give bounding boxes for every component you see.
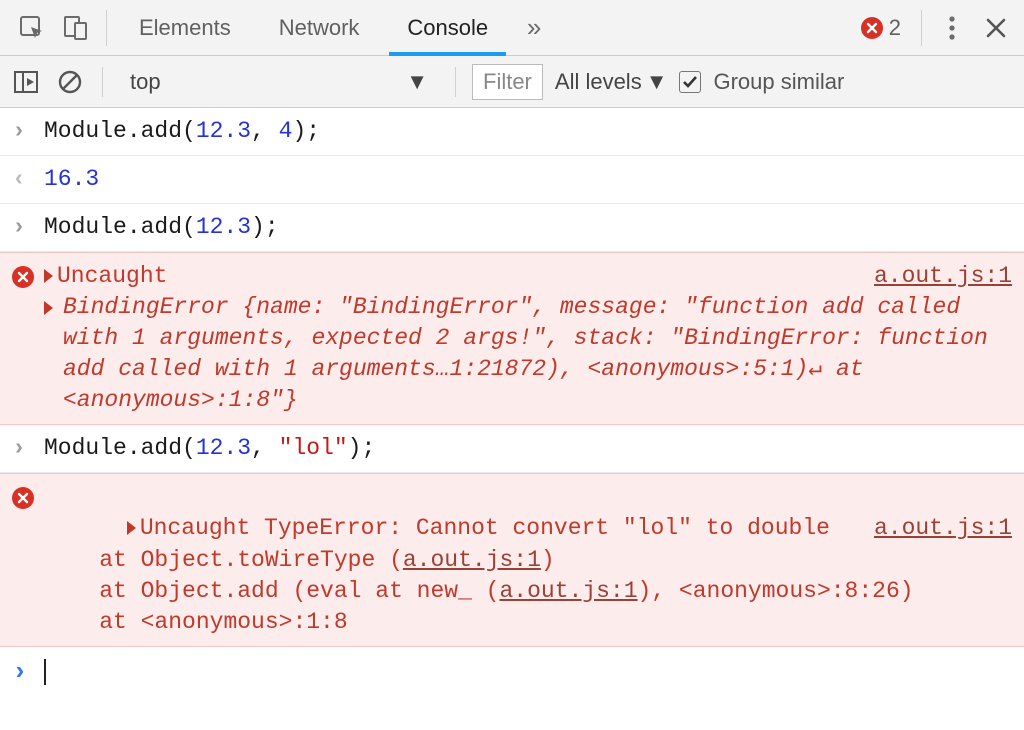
source-link[interactable]: a.out.js:1 xyxy=(499,578,637,604)
tab-network[interactable]: Network xyxy=(255,0,384,55)
console-toolbar: top ▼ Filter All levels ▼ Group similar xyxy=(0,56,1024,108)
chevron-down-icon: ▼ xyxy=(646,69,668,95)
separator xyxy=(102,67,103,97)
console-error-row[interactable]: a.out.js:1Uncaught TypeError: Cannot con… xyxy=(0,473,1024,646)
input-prompt-icon: › xyxy=(12,212,44,243)
context-label: top xyxy=(130,69,161,95)
console-input-row[interactable]: › Module.add(12.3, "lol"); xyxy=(0,425,1024,473)
chevron-down-icon: ▼ xyxy=(406,69,428,95)
console-error-row[interactable]: a.out.js:1 Uncaught BindingError {name: … xyxy=(0,252,1024,425)
error-object: BindingError {name: "BindingError", mess… xyxy=(63,292,1012,416)
error-count-badge[interactable]: 2 xyxy=(861,15,913,41)
input-prompt-icon: › xyxy=(12,657,44,687)
source-link[interactable]: a.out.js:1 xyxy=(403,547,541,573)
input-prompt-icon: › xyxy=(12,116,44,147)
clear-console-icon[interactable] xyxy=(54,66,86,98)
console-prompt[interactable]: › xyxy=(0,647,1024,687)
device-toolbar-icon[interactable] xyxy=(54,0,98,55)
group-similar-checkbox[interactable] xyxy=(679,71,701,93)
error-icon xyxy=(12,487,34,509)
more-tabs-chevron-icon[interactable]: » xyxy=(512,0,556,55)
close-icon[interactable] xyxy=(974,0,1018,55)
source-link[interactable]: a.out.js:1 xyxy=(874,513,1012,544)
separator xyxy=(106,10,107,46)
filter-input[interactable]: Filter xyxy=(472,64,543,100)
inspect-element-icon[interactable] xyxy=(10,0,54,55)
execution-context-select[interactable]: top ▼ xyxy=(119,66,439,98)
separator xyxy=(921,10,922,46)
text-cursor xyxy=(44,659,46,685)
console-log: › Module.add(12.3, 4); ‹ 16.3 › Module.a… xyxy=(0,108,1024,647)
kebab-menu-icon[interactable] xyxy=(930,0,974,55)
console-output-row[interactable]: ‹ 16.3 xyxy=(0,156,1024,204)
expand-triangle-icon[interactable] xyxy=(44,269,53,283)
show-console-sidebar-icon[interactable] xyxy=(10,66,42,98)
error-icon xyxy=(861,17,883,39)
group-similar-label: Group similar xyxy=(713,69,844,95)
expand-triangle-icon[interactable] xyxy=(44,301,53,315)
console-input-row[interactable]: › Module.add(12.3); xyxy=(0,204,1024,252)
console-input-row[interactable]: › Module.add(12.3, 4); xyxy=(0,108,1024,156)
levels-label: All levels xyxy=(555,69,642,95)
input-prompt-icon: › xyxy=(12,433,44,464)
source-link[interactable]: a.out.js:1 xyxy=(874,261,1012,292)
devtools-tabbar: Elements Network Console » 2 xyxy=(0,0,1024,56)
tab-console[interactable]: Console xyxy=(383,0,512,55)
tab-elements[interactable]: Elements xyxy=(115,0,255,55)
log-level-select[interactable]: All levels ▼ xyxy=(555,69,668,95)
error-icon xyxy=(12,266,34,288)
separator xyxy=(455,67,456,97)
expand-triangle-icon[interactable] xyxy=(127,521,136,535)
error-count: 2 xyxy=(889,15,901,41)
output-arrow-icon: ‹ xyxy=(12,164,44,195)
